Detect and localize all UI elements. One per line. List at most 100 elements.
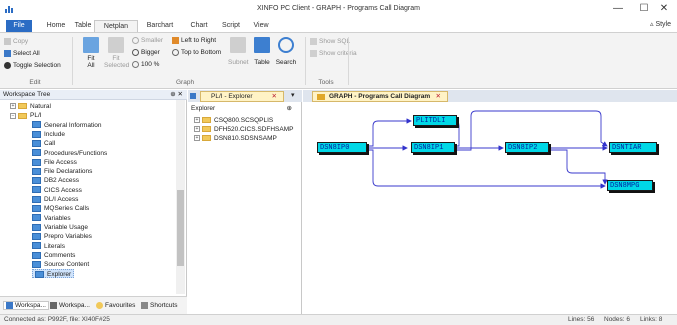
fit-all-icon bbox=[83, 37, 99, 53]
style-menu[interactable]: ▵ Style bbox=[650, 20, 671, 28]
workspace-panel-header: Workspace Tree ⊕ ✕ bbox=[0, 90, 187, 100]
program-node[interactable]: PLITDLI bbox=[413, 115, 457, 126]
search-button[interactable]: Search bbox=[274, 37, 298, 66]
subnet-button[interactable]: Subnet bbox=[228, 37, 249, 66]
close-tab-icon[interactable]: ✕ bbox=[436, 92, 441, 102]
tree-item[interactable]: Literals bbox=[32, 242, 65, 251]
smaller-button[interactable]: Smaller bbox=[132, 37, 163, 44]
tab-workspace-2[interactable]: Workspa... bbox=[50, 302, 90, 309]
tree-item[interactable]: CICS Access bbox=[32, 186, 82, 195]
tab-script[interactable]: Script bbox=[218, 20, 244, 32]
subnet-icon bbox=[230, 37, 246, 53]
tree-item[interactable]: DB2 Access bbox=[32, 176, 79, 185]
tab-graph-diagram[interactable]: GRAPH - Programs Call Diagram ✕ bbox=[312, 91, 448, 102]
minimize-button[interactable]: — bbox=[604, 2, 632, 16]
table-icon bbox=[32, 251, 41, 259]
call-diagram-canvas[interactable]: DSN8IP0 DSN8IP1 DSN8IP2 DSNTIAR PLITDLI DSN8M… bbox=[303, 102, 677, 314]
fit-all-button[interactable]: Fit All bbox=[80, 37, 102, 69]
tab-favourites[interactable]: Favourites bbox=[96, 302, 135, 309]
tree-item[interactable]: DL/I Access bbox=[32, 195, 78, 204]
bigger-button[interactable]: Bigger bbox=[132, 49, 160, 56]
table-icon bbox=[32, 186, 41, 194]
tab-home[interactable]: Home bbox=[42, 20, 70, 32]
select-all-icon bbox=[4, 50, 11, 57]
program-node[interactable]: DSN8IP0 bbox=[317, 142, 367, 153]
folder-icon bbox=[202, 126, 211, 133]
expand-toggle-icon[interactable]: + bbox=[194, 117, 200, 124]
tree-item[interactable]: Procedures/Functions bbox=[32, 149, 107, 158]
table-icon bbox=[32, 242, 41, 250]
zoom-level[interactable]: 100 % bbox=[132, 61, 159, 68]
status-lines: Lines: 56 bbox=[568, 316, 595, 323]
call-diagram-edges bbox=[369, 110, 608, 189]
tab-file[interactable]: File bbox=[6, 20, 32, 32]
panel-pin-close-icons[interactable]: ⊕ ✕ bbox=[170, 90, 183, 100]
program-node[interactable]: DSN8MPG bbox=[607, 180, 653, 191]
table-button[interactable]: Table bbox=[252, 37, 272, 66]
tree-item-label: Variable Usage bbox=[44, 223, 88, 231]
tab-table[interactable]: Table bbox=[72, 20, 94, 32]
tree-item-label: DL/I Access bbox=[44, 196, 79, 203]
search-icon bbox=[278, 37, 294, 53]
tab-shortcuts[interactable]: Shortcuts bbox=[141, 302, 177, 309]
tree-item-label: General Information bbox=[44, 121, 102, 129]
diagram-tab-label: GRAPH - Programs Call Diagram bbox=[329, 93, 431, 100]
tree-item[interactable]: − PL/I bbox=[10, 111, 42, 120]
pin-icon[interactable]: ⊕ bbox=[287, 104, 292, 114]
explorer-item[interactable]: + DFH520.CICS.SDFHSAMP bbox=[194, 125, 293, 134]
tab-netplan[interactable]: Netplan bbox=[94, 20, 138, 32]
tree-item[interactable]: Variables bbox=[32, 214, 71, 223]
tree-item[interactable]: General Information bbox=[32, 121, 101, 130]
fit-selected-button[interactable]: Fit Selected bbox=[104, 37, 129, 69]
expand-toggle-icon[interactable]: − bbox=[10, 112, 16, 119]
copy-button[interactable]: Copy bbox=[4, 38, 28, 45]
left-to-right-button[interactable]: Left to Right bbox=[172, 37, 216, 44]
expand-toggle-icon[interactable]: + bbox=[194, 126, 200, 133]
table-icon bbox=[32, 260, 41, 268]
tab-pli-explorer[interactable]: PL/I - Explorer ✕ bbox=[200, 91, 284, 102]
explorer-item[interactable]: + DSN810.SDSNSAMP bbox=[194, 134, 277, 143]
program-node[interactable]: DSNTIAR bbox=[609, 142, 657, 153]
zoom-out-icon bbox=[132, 37, 139, 44]
program-node[interactable]: DSN8IP2 bbox=[505, 142, 549, 153]
workspace-tree[interactable]: + Natural − PL/I General Information Include C… bbox=[0, 102, 176, 296]
edge-ip0-dsn8mpg bbox=[369, 149, 606, 189]
tab-barchart[interactable]: Barchart bbox=[142, 20, 178, 32]
tree-item[interactable]: Explorer bbox=[32, 269, 75, 279]
tab-chart[interactable]: Chart bbox=[186, 20, 212, 32]
folder-icon bbox=[202, 135, 211, 142]
toggle-selection-button[interactable]: Toggle Selection bbox=[4, 62, 61, 69]
title-bar: XINFO PC Client - GRAPH - Programs Call … bbox=[0, 0, 677, 18]
expand-toggle-icon[interactable]: + bbox=[10, 103, 16, 110]
tree-item[interactable]: Call bbox=[32, 139, 55, 148]
close-button[interactable]: ✕ bbox=[650, 2, 677, 16]
tree-item[interactable]: MQSeries Calls bbox=[32, 204, 89, 213]
toggle-icon bbox=[4, 62, 11, 69]
workspace-scrollbar-thumb[interactable] bbox=[177, 190, 184, 266]
tree-item-label: DB2 Access bbox=[44, 177, 80, 185]
show-criteria-button[interactable]: Show criteria bbox=[310, 50, 357, 57]
select-all-button[interactable]: Select All bbox=[4, 50, 40, 57]
program-node[interactable]: DSN8IP1 bbox=[411, 142, 455, 153]
show-sql-button[interactable]: Show SQL bbox=[310, 38, 350, 45]
tree-item[interactable]: Comments bbox=[32, 251, 75, 260]
status-nodes: Nodes: 6 bbox=[604, 316, 631, 323]
tree-item[interactable]: Prepro Variables bbox=[32, 232, 92, 241]
top-to-bottom-button[interactable]: Top to Bottom bbox=[172, 49, 221, 56]
tree-item[interactable]: File Access bbox=[32, 158, 77, 167]
tree-item[interactable]: Variable Usage bbox=[32, 223, 88, 232]
close-tab-icon[interactable]: ✕ bbox=[272, 92, 277, 102]
tab-workspace-1[interactable]: Workspa... bbox=[3, 301, 49, 311]
tab-dropdown-icon[interactable]: ▾ bbox=[291, 91, 295, 99]
tree-item[interactable]: File Declarations bbox=[32, 167, 92, 176]
expand-toggle-icon[interactable]: + bbox=[194, 135, 200, 142]
workspace-panel-title: Workspace Tree bbox=[3, 91, 51, 98]
tree-item[interactable]: Source Content bbox=[32, 260, 89, 269]
tab-view[interactable]: View bbox=[250, 20, 272, 32]
edge-ip2-dsn8mpg bbox=[551, 149, 608, 185]
explorer-item[interactable]: + CSQ800.SCSQPLIS bbox=[194, 116, 273, 125]
tree-item[interactable]: + Natural bbox=[10, 102, 51, 111]
table-icon bbox=[254, 37, 270, 53]
tree-item[interactable]: Include bbox=[32, 130, 65, 139]
tree-item-label: Comments bbox=[44, 251, 76, 259]
